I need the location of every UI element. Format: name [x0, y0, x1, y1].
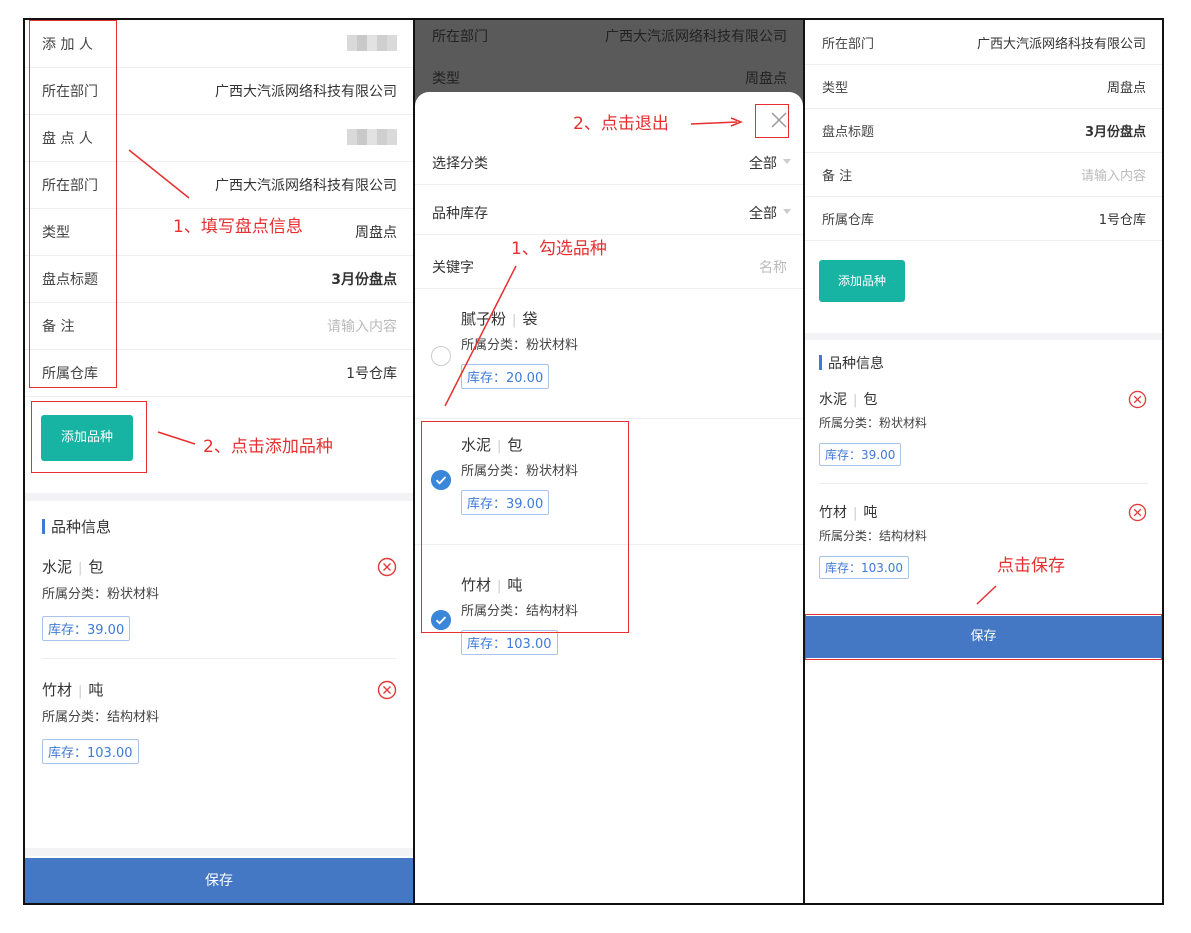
- divider: |: [853, 393, 858, 408]
- item-name-text: 水泥: [819, 392, 847, 408]
- delete-circle-icon[interactable]: [377, 680, 397, 700]
- field-label: 备 注: [822, 169, 853, 184]
- item-name: 水泥 | 包: [42, 556, 103, 577]
- field-value: 广西大汽派网络科技有限公司: [215, 178, 397, 194]
- annotation-box-add: [31, 401, 147, 473]
- bg-row: 所在部门 广西大汽派网络科技有限公司: [415, 20, 803, 59]
- keyword-input[interactable]: 名称: [759, 257, 787, 277]
- section-title: 品种信息: [42, 516, 111, 537]
- divider: |: [78, 561, 83, 576]
- stock-badge: 库存：20.00: [461, 364, 550, 389]
- product-item[interactable]: 腻子粉 | 袋 所属分类：粉状材料 库存：20.00: [415, 300, 803, 419]
- divider: [805, 333, 1162, 340]
- annotation-box-selected: [421, 421, 629, 633]
- panel-save: 所在部门 广西大汽派网络科技有限公司 类型 周盘点 盘点标题 3月份盘点 备 注…: [803, 18, 1164, 905]
- filter-label: 选择分类: [432, 156, 488, 172]
- divider: [42, 658, 396, 659]
- field-title[interactable]: 盘点标题 3月份盘点: [805, 108, 1162, 153]
- field-label: 盘点标题: [822, 125, 875, 140]
- item-unit: 包: [88, 558, 104, 576]
- item-category: 所属分类：粉状材料: [461, 338, 579, 353]
- field-value: 1号仓库: [346, 366, 397, 382]
- delete-circle-icon[interactable]: [1128, 390, 1147, 409]
- panel-select-variety: 所在部门 广西大汽派网络科技有限公司 类型 周盘点 选择分类 全部 品种库存 全…: [413, 18, 805, 905]
- delete-circle-icon[interactable]: [1128, 503, 1147, 522]
- annotation-click-add: 2、点击添加品种: [203, 437, 333, 457]
- field-value: 周盘点: [1106, 81, 1146, 96]
- field-remark[interactable]: 备 注 请输入内容: [805, 152, 1162, 197]
- filter-category[interactable]: 选择分类 全部: [415, 140, 803, 185]
- item-unit: 吨: [88, 681, 104, 699]
- item-name-text: 竹材: [42, 681, 73, 699]
- field-value: 周盘点: [355, 225, 397, 241]
- keyword-label: 关键字: [432, 260, 474, 276]
- stock-badge: 库存：103.00: [819, 556, 909, 579]
- item-name: 竹材 | 吨: [819, 502, 877, 522]
- field-value: 3月份盘点: [1084, 125, 1146, 140]
- item-category: 所属分类：粉状材料: [819, 416, 928, 430]
- item-unit: 袋: [522, 310, 538, 328]
- field-value: 周盘点: [745, 71, 787, 87]
- section-title: 品种信息: [819, 353, 884, 373]
- item-name-text: 竹材: [819, 505, 847, 521]
- field-value: 1号仓库: [1098, 213, 1146, 228]
- item-category: 所属分类：粉状材料: [42, 587, 160, 602]
- annotation-exit: 2、点击退出: [573, 114, 669, 134]
- item-category: 所属分类：结构材料: [819, 529, 928, 543]
- delete-circle-icon[interactable]: [377, 557, 397, 577]
- annotation-box-close: [755, 104, 789, 138]
- divider: [25, 493, 413, 501]
- field-label: 所在部门: [432, 29, 488, 45]
- field-value: 广西大汽派网络科技有限公司: [976, 37, 1146, 52]
- blurred-name: [347, 129, 397, 145]
- item-name-text: 水泥: [42, 558, 73, 576]
- item-category: 所属分类：结构材料: [42, 710, 160, 725]
- divider: [819, 483, 1148, 484]
- stock-badge: 库存：39.00: [42, 616, 131, 641]
- filter-value: 全部: [749, 156, 777, 172]
- radio-unchecked-icon[interactable]: [431, 346, 451, 366]
- item-unit: 包: [863, 392, 878, 408]
- item-name: 腻子粉 | 袋: [461, 308, 537, 329]
- annotation-select: 1、勾选品种: [511, 239, 607, 259]
- save-button[interactable]: 保存: [25, 858, 413, 903]
- filter-stock[interactable]: 品种库存 全部: [415, 190, 803, 235]
- divider: |: [78, 684, 83, 699]
- panel-fill-info: 添 加 人 所在部门 广西大汽派网络科技有限公司 盘 点 人 所在部门 广西大汽…: [23, 18, 415, 905]
- remark-input[interactable]: 请输入内容: [1081, 165, 1146, 184]
- stock-badge: 库存：39.00: [819, 443, 902, 466]
- field-type[interactable]: 类型 周盘点: [805, 64, 1162, 109]
- field-warehouse[interactable]: 所属仓库 1号仓库: [805, 196, 1162, 241]
- add-variety-button[interactable]: 添加品种: [819, 260, 905, 302]
- field-department: 所在部门 广西大汽派网络科技有限公司: [805, 20, 1162, 65]
- blurred-name: [347, 35, 397, 51]
- item-name: 竹材 | 吨: [42, 679, 103, 700]
- divider: [25, 848, 413, 856]
- annotation-fill-info: 1、填写盘点信息: [173, 217, 303, 237]
- filter-value: 全部: [749, 206, 777, 222]
- field-label: 所在部门: [822, 37, 875, 52]
- field-label: 类型: [432, 71, 460, 87]
- field-value: 广西大汽派网络科技有限公司: [215, 84, 397, 100]
- item-name-text: 腻子粉: [461, 310, 507, 328]
- stock-badge: 库存：103.00: [461, 630, 558, 655]
- annotation-click-save: 点击保存: [997, 556, 1065, 576]
- field-label: 所属仓库: [822, 213, 875, 228]
- field-value: 广西大汽派网络科技有限公司: [605, 29, 787, 45]
- annotation-box-fields: [29, 20, 117, 388]
- keyword-row[interactable]: 关键字 名称: [415, 244, 803, 289]
- filter-label: 品种库存: [432, 206, 488, 222]
- annotation-box-save: [805, 614, 1162, 660]
- divider: |: [853, 506, 858, 521]
- remark-input[interactable]: 请输入内容: [327, 316, 397, 336]
- divider: |: [512, 313, 517, 328]
- item-unit: 吨: [863, 505, 878, 521]
- item-name: 水泥 | 包: [819, 389, 877, 409]
- stock-badge: 库存：103.00: [42, 739, 139, 764]
- field-value: 3月份盘点: [331, 272, 397, 288]
- caret-down-icon: [783, 159, 791, 164]
- caret-down-icon: [783, 209, 791, 214]
- field-label: 类型: [822, 81, 849, 96]
